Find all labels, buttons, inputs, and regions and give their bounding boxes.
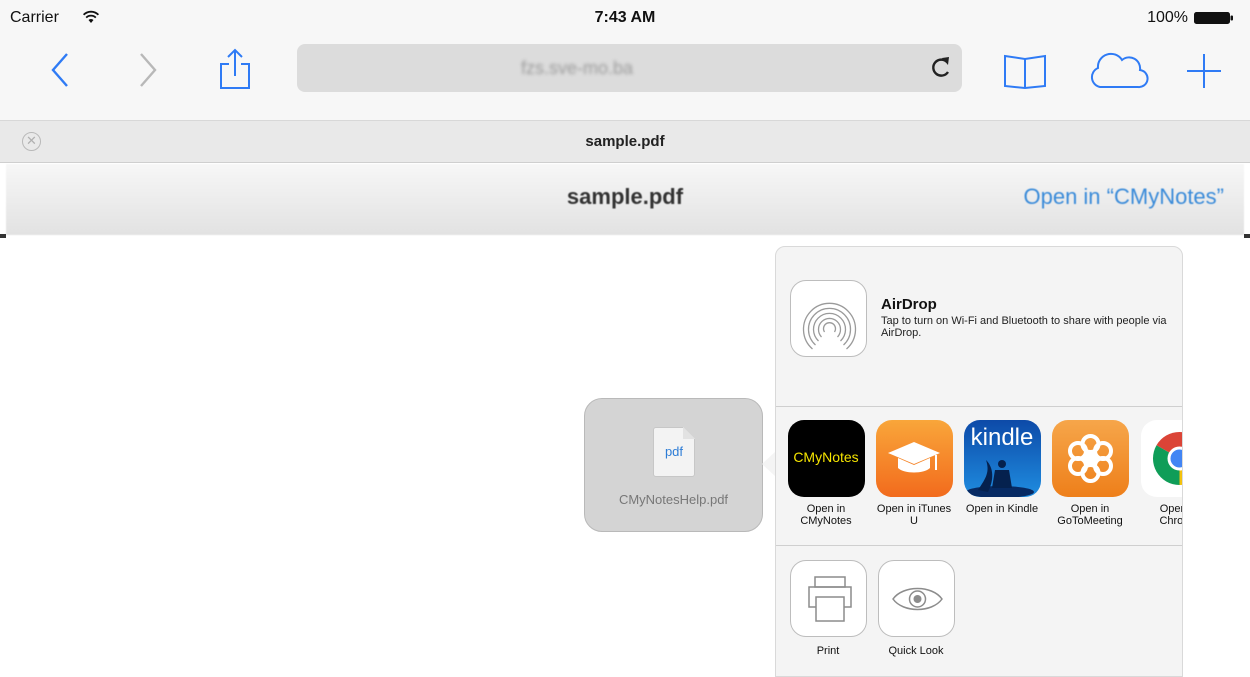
action-print[interactable]: Print bbox=[789, 560, 867, 657]
tab-title[interactable]: sample.pdf bbox=[0, 133, 1250, 150]
airdrop-description: Tap to turn on Wi-Fi and Bluetooth to sh… bbox=[881, 315, 1167, 339]
quick-look-eye-icon[interactable] bbox=[877, 560, 955, 637]
file-name: CMyNotesHelp.pdf bbox=[618, 492, 729, 507]
tab-bar: ✕ sample.pdf bbox=[0, 120, 1250, 163]
airdrop-icon[interactable] bbox=[790, 280, 867, 357]
status-bar: Carrier 7:43 AM 100% bbox=[0, 0, 1250, 34]
action-row: Print Quick Look bbox=[776, 546, 1182, 676]
open-in-button[interactable]: Open in “CMyNotes” bbox=[1023, 184, 1224, 210]
browser-toolbar: fzs.sve-mo.ba bbox=[0, 34, 1250, 120]
app-chrome[interactable]: Open in Chrome bbox=[1140, 420, 1183, 527]
battery-percent: 100% bbox=[1147, 9, 1188, 26]
address-bar[interactable]: fzs.sve-mo.ba bbox=[297, 44, 962, 92]
file-extension: pdf bbox=[664, 444, 684, 459]
gotomeeting-icon[interactable] bbox=[1051, 420, 1129, 497]
chrome-icon[interactable] bbox=[1140, 420, 1182, 497]
battery-icon bbox=[1194, 12, 1233, 24]
itunes-u-icon[interactable] bbox=[875, 420, 953, 497]
app-cmynotes[interactable]: CMyNotes Open in CMyNotes bbox=[787, 420, 865, 527]
app-label: Open in Chrome bbox=[1159, 503, 1183, 527]
app-label: Open in iTunes U bbox=[876, 503, 952, 527]
airdrop-title: AirDrop bbox=[881, 296, 937, 313]
cmynotes-icon[interactable]: CMyNotes bbox=[787, 420, 865, 497]
action-quick-look[interactable]: Quick Look bbox=[877, 560, 955, 657]
app-kindle[interactable]: kindle Open in Kindle bbox=[963, 420, 1041, 515]
pdf-file-icon: pdf bbox=[653, 427, 695, 477]
action-label: Quick Look bbox=[888, 645, 944, 657]
clock: 7:43 AM bbox=[594, 9, 656, 26]
edge-mark-left bbox=[0, 234, 6, 238]
reload-icon[interactable] bbox=[928, 55, 952, 81]
pdf-header: sample.pdf Open in “CMyNotes” bbox=[6, 164, 1244, 235]
airdrop-section[interactable]: AirDrop Tap to turn on Wi-Fi and Bluetoo… bbox=[776, 247, 1182, 407]
url-text: fzs.sve-mo.ba bbox=[520, 58, 634, 78]
file-fold bbox=[683, 427, 695, 439]
app-itunes-u[interactable]: Open in iTunes U bbox=[875, 420, 953, 527]
share-sheet: AirDrop Tap to turn on Wi-Fi and Bluetoo… bbox=[775, 246, 1183, 677]
new-tab-icon[interactable] bbox=[1186, 53, 1222, 89]
kindle-icon[interactable]: kindle bbox=[963, 420, 1041, 497]
back-icon[interactable] bbox=[50, 52, 70, 88]
popover-arrow bbox=[762, 452, 775, 476]
icloud-tabs-icon[interactable] bbox=[1088, 50, 1150, 90]
ipad-screen: Carrier 7:43 AM 100% fzs.sve-mo.ba ✕ sam… bbox=[0, 0, 1250, 677]
print-icon[interactable] bbox=[789, 560, 867, 637]
cmynotes-icon-text: CMyNotes bbox=[793, 449, 859, 465]
forward-icon[interactable] bbox=[138, 52, 158, 88]
app-label: Open in Kindle bbox=[965, 503, 1039, 515]
edge-mark-right bbox=[1244, 234, 1250, 238]
app-gotomeeting[interactable]: Open in GoToMeeting bbox=[1051, 420, 1129, 527]
action-label: Print bbox=[816, 645, 840, 657]
app-label: Open in GoToMeeting bbox=[1057, 503, 1123, 527]
app-row: CMyNotes Open in CMyNotes Open in iTunes… bbox=[776, 407, 1183, 546]
app-label: Open in CMyNotes bbox=[800, 503, 852, 527]
bookmarks-icon[interactable] bbox=[1003, 54, 1047, 90]
share-icon[interactable] bbox=[219, 48, 251, 90]
document-preview: pdf CMyNotesHelp.pdf bbox=[584, 398, 763, 532]
